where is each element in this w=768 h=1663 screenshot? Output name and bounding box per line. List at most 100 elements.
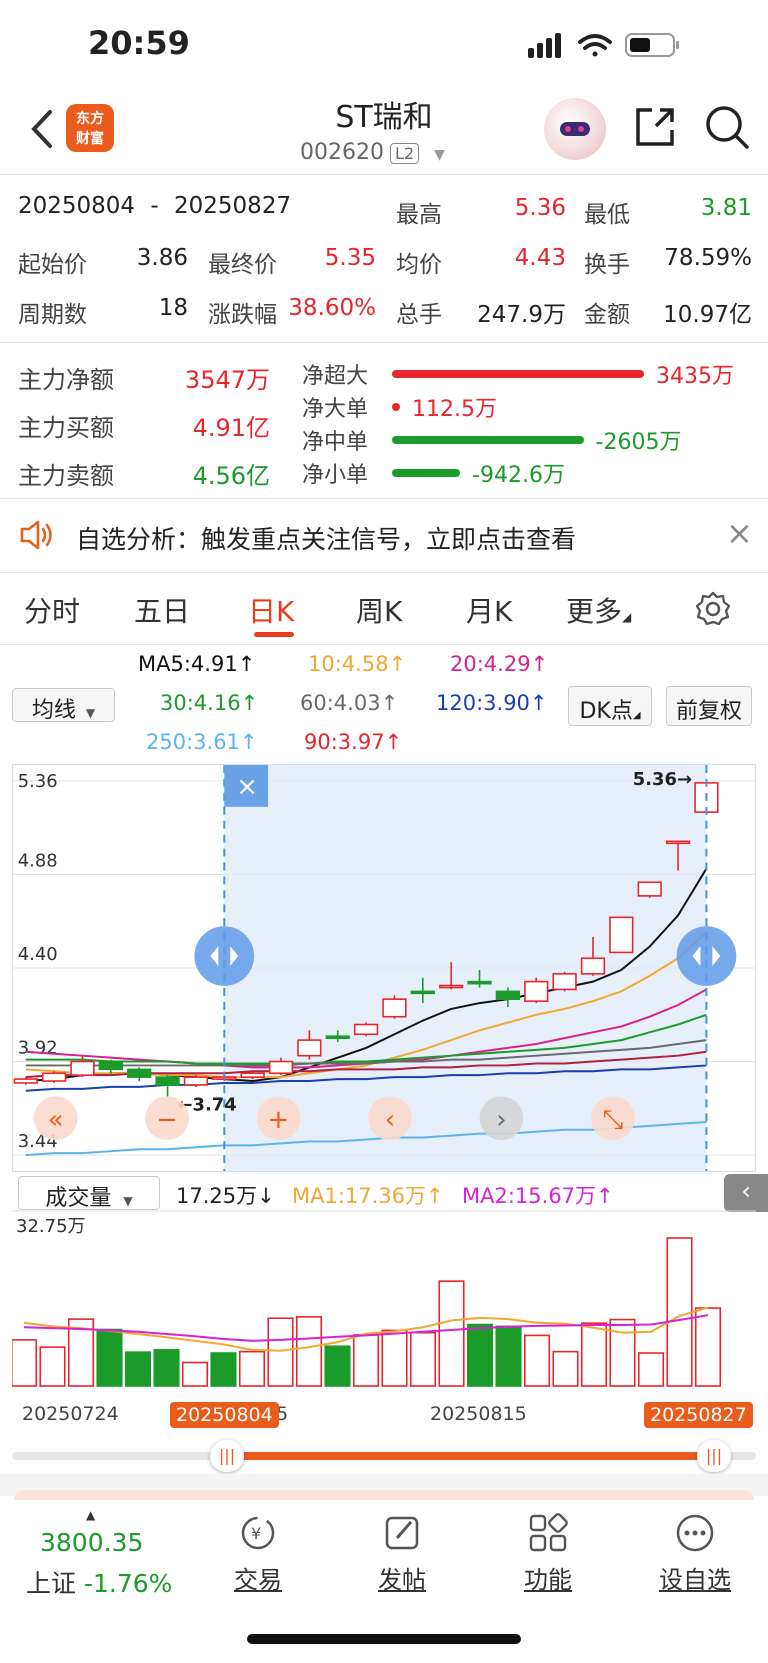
up-arrow-icon: ↑ — [240, 691, 259, 715]
chevron-down-icon: ▼ — [85, 706, 96, 720]
tab-monthly-k[interactable]: 月K — [466, 590, 512, 630]
range-slider-right-handle[interactable]: ||| — [697, 1440, 731, 1472]
volume-bar — [210, 1352, 237, 1387]
search-icon[interactable] — [704, 104, 750, 150]
tab-five-day[interactable]: 五日 — [134, 590, 190, 630]
stock-code-row[interactable]: 002620 L2 ▼ — [300, 140, 445, 165]
tab-more[interactable]: 更多◢ — [566, 590, 631, 630]
ma90-text: 90:3.97 — [304, 730, 385, 754]
selection-right-handle[interactable] — [676, 926, 737, 986]
notice-banner[interactable]: 自选分析：触发重点关注信号，立即点击查看 × — [0, 500, 768, 572]
dk-point-button[interactable]: DK点◢ — [568, 686, 652, 726]
add-watchlist-button[interactable]: 设自选 — [650, 1512, 740, 1595]
close-selection-button[interactable]: × — [224, 765, 269, 807]
range-start-date-tag: 20250804 — [170, 1402, 279, 1428]
y-tick-label: 4.88 — [18, 851, 58, 872]
post-button[interactable]: 发帖 — [362, 1512, 442, 1595]
chevron-right-icon[interactable]: › — [479, 1096, 524, 1141]
chevron-left-icon: ‹ — [741, 1177, 751, 1205]
volume-ma2: MA2:15.67万↑ — [462, 1180, 614, 1210]
ma60-value: 60:4.03↑ — [300, 691, 398, 715]
date-label-mid-b: 20250815 — [430, 1403, 527, 1425]
flow-label: 净小单 — [302, 463, 369, 488]
volume-bar — [267, 1317, 294, 1387]
up-arrow-icon: ↑ — [380, 691, 399, 715]
kline-chart[interactable]: 5.364.884.403.923.44 × 5.36→←3.74« − + ‹ › ⤡ — [12, 764, 756, 1172]
periods-value: 18 — [158, 295, 188, 321]
candle — [552, 971, 577, 992]
candle — [609, 916, 634, 954]
zoom-out-icon[interactable]: − — [145, 1096, 189, 1141]
index-change: -1.76% — [83, 1569, 173, 1598]
collapse-panel-button[interactable]: ‹ — [724, 1174, 768, 1212]
svg-text:+: + — [268, 1105, 290, 1135]
svg-text:⤡: ⤡ — [603, 1105, 624, 1135]
high-label: 最高 — [396, 202, 442, 228]
chevron-left-icon[interactable]: ‹ — [368, 1096, 412, 1141]
date-range: 20250804 - 20250827 — [18, 193, 291, 219]
volume-ma2-text: MA2:15.67万 — [462, 1184, 597, 1208]
close-icon[interactable]: × — [726, 514, 753, 552]
index-value[interactable]: 3800.35 — [40, 1528, 143, 1557]
up-arrow-icon: ↑ — [529, 691, 548, 715]
up-arrow-icon: ↑ — [388, 652, 407, 676]
speaker-icon — [20, 520, 52, 550]
tab-intraday[interactable]: 分时 — [24, 590, 80, 630]
volume-bar — [438, 1280, 465, 1387]
main-net-label: 主力净额 — [18, 366, 114, 394]
volume-bar — [96, 1328, 123, 1387]
home-indicator — [247, 1634, 521, 1644]
amount-value: 10.97亿 — [663, 302, 752, 328]
main-sell-value: 4.56亿 — [192, 462, 270, 490]
volume-indicator-select[interactable]: 成交量 ▼ — [18, 1176, 160, 1211]
volume-bar — [124, 1351, 152, 1387]
ma20-value: 20:4.29↑ — [450, 652, 548, 676]
robot-assistant-avatar[interactable] — [544, 98, 606, 160]
functions-button[interactable]: 功能 — [508, 1512, 588, 1595]
tab-daily-k[interactable]: 日K — [248, 590, 294, 630]
selection-left-handle[interactable] — [194, 926, 255, 986]
indicator-select[interactable]: 均线 ▼ — [12, 688, 115, 723]
more-dots-icon — [676, 1514, 714, 1552]
index-quote[interactable]: 上证 -1.76% — [26, 1564, 172, 1600]
avg-label: 均价 — [396, 252, 442, 278]
volume-bar — [181, 1361, 209, 1387]
dk-point-label: DK点 — [579, 699, 633, 724]
open-value: 3.86 — [136, 245, 188, 271]
close-label: 最终价 — [208, 252, 277, 278]
volume-indicator-label: 成交量 — [45, 1186, 112, 1211]
range-separator: - — [150, 193, 159, 219]
grid-apps-icon — [529, 1513, 568, 1552]
flow-bar — [392, 370, 644, 378]
fullscreen-icon[interactable]: ⤡ — [590, 1096, 635, 1141]
main-buy-label: 主力买额 — [18, 414, 114, 442]
zoom-in-icon[interactable]: + — [256, 1096, 301, 1141]
bottom-toolbar: ▲ 3800.35 上证 -1.76% ¥ 交易 发帖 功能 设自选 — [0, 1500, 768, 1663]
volume-chart[interactable]: 32.75万 — [12, 1210, 756, 1390]
fast-rewind-icon[interactable]: « — [33, 1096, 78, 1141]
active-tab-indicator — [254, 632, 294, 637]
volume-bar — [381, 1329, 408, 1387]
candle — [183, 1075, 209, 1087]
trade-button[interactable]: ¥ 交易 — [218, 1512, 298, 1595]
low-value: 3.81 — [700, 195, 752, 221]
tab-weekly-k[interactable]: 周K — [356, 590, 402, 630]
tab-more-label: 更多 — [566, 595, 623, 628]
flow-label: 净大单 — [302, 397, 369, 422]
share-icon[interactable] — [632, 104, 678, 150]
range-slider-left-handle[interactable]: ||| — [210, 1440, 244, 1472]
main-sell-label: 主力卖额 — [18, 462, 114, 490]
index-name: 上证 — [26, 1569, 77, 1598]
flow-bar — [392, 469, 461, 477]
volume-bar — [552, 1350, 579, 1387]
down-arrow-icon: ↓ — [257, 1184, 275, 1208]
ma60-text: 60:4.03 — [300, 691, 381, 715]
volume-label: 总手 — [396, 302, 442, 328]
chevron-down-icon: ▼ — [434, 147, 445, 163]
flow-bar — [392, 403, 400, 411]
volume-bar — [238, 1350, 266, 1387]
volume-value: 247.9万 — [477, 302, 566, 328]
amount-label: 金额 — [584, 302, 630, 328]
adjust-mode-button[interactable]: 前复权 — [666, 686, 752, 726]
settings-gear-icon[interactable] — [694, 590, 732, 628]
